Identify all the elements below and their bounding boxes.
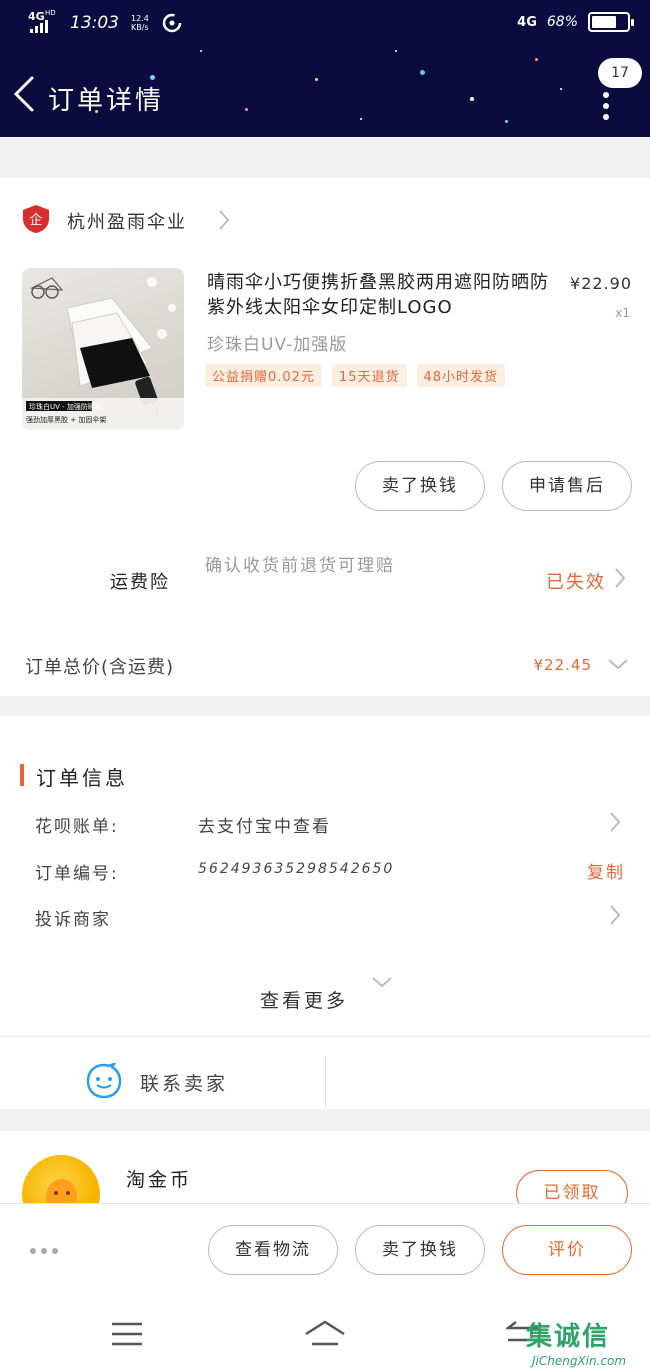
battery-percent: 68% xyxy=(546,14,578,30)
svg-text:珍珠白UV - 加强防晒板: 珍珠白UV - 加强防晒板 xyxy=(29,402,102,411)
tag-donation: 公益捐赠0.02元 xyxy=(205,364,322,387)
insurance-label: 运费险 xyxy=(110,572,170,593)
bottom-action-bar: 查看物流 卖了换钱 评价 xyxy=(0,1203,650,1298)
home-icon[interactable] xyxy=(303,1318,347,1350)
signal-bars-icon xyxy=(30,20,48,33)
shop-name: 杭州盈雨伞业 xyxy=(67,212,187,233)
battery-icon xyxy=(588,12,634,32)
product-sku: 珍珠白UV-加强版 xyxy=(207,335,348,355)
contact-seller-button[interactable]: 联系卖家 xyxy=(140,1069,228,1096)
umbrella-image: 珍珠白UV - 加强防晒板 强劲加厚黑胶 + 加固伞架 xyxy=(22,277,184,430)
complain-seller[interactable]: 投诉商家 xyxy=(35,905,111,930)
page-title: 订单详情 xyxy=(48,86,165,116)
review-button[interactable]: 评价 xyxy=(502,1225,632,1275)
view-more-button[interactable]: 查看更多 xyxy=(260,986,348,1013)
chevron-right-icon xyxy=(219,210,230,230)
product-tags: 公益捐赠0.02元 15天退货 48小时发货 xyxy=(205,364,506,387)
net-speed: 12.4 KB/s xyxy=(131,14,149,32)
watermark-text: 集诚信 xyxy=(526,1322,611,1352)
product-price: ¥22.90 xyxy=(570,274,632,293)
chevron-down-icon[interactable] xyxy=(370,974,394,990)
watermark-logo: 集诚信 JiChengXin.com xyxy=(526,1316,646,1372)
nav-bar: 订单详情 xyxy=(0,60,650,130)
insurance-desc: 确认收货前退货可理赔 xyxy=(205,556,395,576)
product-title[interactable]: 晴雨伞小巧便携折叠黑胶两用遮阳防晒防紫外线太阳伞女印定制LOGO xyxy=(207,270,562,320)
chevron-right-icon[interactable] xyxy=(612,566,628,590)
status-bar: 4G HD 13:03 12.4 KB/s 4G 68% xyxy=(0,0,650,44)
total-label: 订单总价(含运费) xyxy=(25,657,175,678)
signal-indicator: 4G HD xyxy=(28,9,58,34)
tag-return: 15天退货 xyxy=(331,364,407,387)
menu-icon[interactable] xyxy=(110,1320,144,1348)
svg-text:强劲加厚黑胶 + 加固伞架: 强劲加厚黑胶 + 加固伞架 xyxy=(26,415,106,424)
watermark-sub: JiChengXin.com xyxy=(532,1354,627,1368)
after-sale-button[interactable]: 申请售后 xyxy=(502,461,632,511)
chat-face-icon[interactable] xyxy=(86,1063,122,1099)
chevron-right-icon[interactable] xyxy=(607,903,623,927)
sell-for-cash-button-bottom[interactable]: 卖了换钱 xyxy=(355,1225,485,1275)
chevron-right-icon[interactable] xyxy=(607,810,623,834)
decor-star xyxy=(200,50,202,52)
back-arrow-icon[interactable] xyxy=(10,72,40,116)
svg-text:企: 企 xyxy=(29,212,42,228)
sell-for-cash-button[interactable]: 卖了换钱 xyxy=(355,461,485,511)
total-value: ¥22.45 xyxy=(533,656,592,674)
chevron-down-icon[interactable] xyxy=(606,656,630,672)
product-image[interactable]: 珍珠白UV - 加强防晒板 强劲加厚黑胶 + 加固伞架 xyxy=(22,268,184,430)
insurance-status[interactable]: 已失效 xyxy=(546,568,606,594)
more-actions-icon[interactable] xyxy=(30,1248,58,1254)
order-info-title: 订单信息 xyxy=(36,766,128,790)
tag-shipping: 48小时发货 xyxy=(416,364,506,387)
order-number-value: 562493635298542650 xyxy=(198,861,395,877)
header: 4G HD 13:03 12.4 KB/s 4G 68% 订单详情 17 xyxy=(0,0,650,137)
contact-row: 联系卖家 xyxy=(0,1036,650,1126)
netease-music-icon xyxy=(162,13,182,33)
copy-button[interactable]: 复制 xyxy=(587,858,625,883)
huabei-value[interactable]: 去支付宝中查看 xyxy=(198,812,331,837)
decor-star xyxy=(395,50,397,52)
product-card: 企 杭州盈雨伞业 珍珠白UV - 加强防晒板 强劲加厚黑胶 + 加固伞架 晴雨伞… xyxy=(0,178,650,696)
network-type-right: 4G xyxy=(517,14,537,30)
more-menu-icon[interactable] xyxy=(603,92,609,120)
huabei-label: 花呗账单: xyxy=(35,817,119,837)
shop-row[interactable]: 企 杭州盈雨伞业 xyxy=(0,200,650,240)
product-quantity: x1 xyxy=(615,306,630,320)
network-sup: HD xyxy=(45,9,56,17)
order-number-label: 订单编号: xyxy=(35,864,119,884)
section-accent-bar xyxy=(20,764,24,786)
coins-title: 淘金币 xyxy=(126,1169,193,1191)
view-logistics-button[interactable]: 查看物流 xyxy=(208,1225,338,1275)
message-count-badge[interactable]: 17 xyxy=(598,58,642,88)
divider xyxy=(325,1057,326,1107)
shop-logo-icon: 企 xyxy=(23,205,49,233)
clock: 13:03 xyxy=(70,13,119,33)
order-info-card: 订单信息 花呗账单: 去支付宝中查看 订单编号: 562493635298542… xyxy=(0,716,650,1109)
